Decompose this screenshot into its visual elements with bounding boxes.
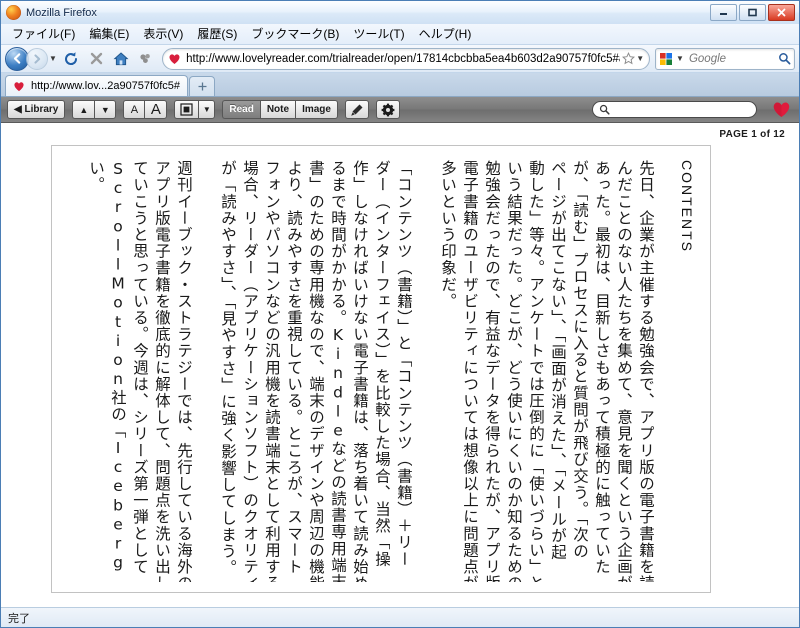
url-dropdown-caret-icon[interactable]: ▼ <box>636 54 645 63</box>
decrease-font-button[interactable]: A <box>123 100 145 119</box>
menu-bar: ファイル(F) 編集(E) 表示(V) 履歴(S) ブックマーク(B) ツール(… <box>1 24 799 45</box>
page-indicator: PAGE 1 of 12 <box>719 128 785 140</box>
text-column-24: ScrollMotion社の「Iceberg Reader」を取り上げてみた <box>109 160 126 582</box>
search-magnifier-icon[interactable] <box>778 52 791 65</box>
status-bar: 完了 <box>1 607 799 627</box>
search-bar[interactable]: ▼ Google <box>654 47 795 70</box>
text-column-22: アプリ版電子書籍を徹底的に解体して、問題点を洗い出し <box>153 160 170 582</box>
text-column-16: より、読みやすさを重視している。ところが、スマート <box>285 160 302 575</box>
text-column-4: ページが出てこない」、「画面が消えた」、「メールが起 <box>549 160 566 561</box>
text-column-15: 書」のための専用機なので、端末のデザインや周辺の機能 <box>307 160 324 582</box>
text-column-3: が、「読む」プロセスに入ると質問が飛び交う。「次の <box>571 160 588 560</box>
firefox-logo-icon <box>6 5 21 20</box>
back-forward-group: ▼ <box>5 46 58 71</box>
text-column-0: 先日、企業が主催する勉強会で、アプリ版の電子書籍を読 <box>637 160 654 582</box>
text-column-25: い。 <box>87 160 104 194</box>
text-column-9: 多いという印象だ。 <box>439 160 456 310</box>
text-column-11: 「コンテンツ（書籍）」と「コンテンツ（書籍）＋リー <box>395 160 412 568</box>
menu-history[interactable]: 履歴(S) <box>190 23 244 45</box>
home-button[interactable] <box>110 47 133 71</box>
search-engine-caret-icon[interactable]: ▼ <box>675 54 685 63</box>
font-size-group: A A <box>123 100 168 119</box>
close-button[interactable] <box>768 4 795 21</box>
tab-favicon-icon <box>13 81 27 92</box>
window-controls <box>710 4 797 21</box>
tab-image[interactable]: Image <box>295 100 338 119</box>
text-column-7: 勉強会だったので、有益なデータを得られたが、アプリ版 <box>483 160 500 582</box>
reader-app: ◀ Library ▲ ▼ A A ▼ Read Note Image PAGE… <box>1 97 799 607</box>
menu-bookmarks[interactable]: ブックマーク(B) <box>244 23 346 45</box>
menu-file[interactable]: ファイル(F) <box>5 23 82 45</box>
maximize-button[interactable] <box>739 4 766 21</box>
settings-group <box>375 100 400 119</box>
page-card: CONTENTS 先日、企業が主催する勉強会で、アプリ版の電子書籍を読 んだこと… <box>51 145 711 593</box>
text-column-2: あった。最初は、目新しさもあって積極的に触っていた <box>593 160 610 575</box>
layout-button[interactable] <box>174 100 199 119</box>
text-column-8: 電子書籍のユーザビリティについては想像以上に問題点が <box>461 160 478 582</box>
reader-search-magnifier-icon <box>599 104 610 115</box>
layout-group: ▼ <box>174 100 216 119</box>
layout-caret-icon[interactable]: ▼ <box>198 100 216 119</box>
status-text: 完了 <box>8 612 30 625</box>
text-column-13: 作」しなければいけない電子書籍は、落ち着いて読み始め <box>351 160 368 582</box>
bookmark-button[interactable] <box>344 100 369 119</box>
tab-title: http://www.lov...2a90757f0fc5# <box>31 80 180 92</box>
navigation-toolbar: ▼ http://www.lovelyreader.com/trialreade… <box>1 45 799 73</box>
title-bar: Mozilla Firefox <box>1 1 799 24</box>
text-column-14: るまで時間がかかる。Kindleなどの読書専用端末は、「読 <box>329 160 346 582</box>
back-history-caret-icon[interactable]: ▼ <box>48 54 58 63</box>
new-tab-button[interactable] <box>189 76 215 96</box>
text-column-6: いう結果だった。どこが、どう使いにくいのか知るための <box>505 160 522 582</box>
text-column-10 <box>412 160 434 582</box>
minimize-button[interactable] <box>710 4 737 21</box>
window-title: Mozilla Firefox <box>26 6 97 19</box>
text-column-23: ていこうと思っている。今週は、シリーズ第一弾として <box>131 160 148 575</box>
increase-font-button[interactable]: A <box>144 100 168 119</box>
browser-window: Mozilla Firefox ファイル(F) 編集(E) 表示(V) 履歴(S… <box>0 0 800 628</box>
reload-button[interactable] <box>60 47 83 71</box>
menu-tools[interactable]: ツール(T) <box>346 23 411 45</box>
feed-button[interactable] <box>134 47 157 71</box>
page-heading: CONTENTS <box>679 160 694 253</box>
reader-search-field[interactable] <box>592 101 757 118</box>
library-group: ◀ Library <box>7 100 66 119</box>
search-input[interactable]: Google <box>689 53 778 65</box>
menu-edit[interactable]: 編集(E) <box>82 23 136 45</box>
text-column-5: 動した」等々。アンケートでは圧倒的に「使いづらい」と <box>527 160 544 582</box>
text-column-19: が「読みやすさ」、「見やすさ」に強く影響してしまう。 <box>219 160 236 577</box>
text-column-1: んだことのない人たちを集めて、意見を聞くという企画が <box>615 160 632 582</box>
tab-read[interactable]: Read <box>222 100 260 119</box>
reader-toolbar: ◀ Library ▲ ▼ A A ▼ Read Note Image <box>1 97 799 123</box>
bookmark-group <box>344 100 369 119</box>
site-favicon-icon <box>166 53 182 65</box>
next-page-button[interactable]: ▼ <box>94 100 117 119</box>
google-icon[interactable] <box>659 52 675 66</box>
tab-bar: http://www.lov...2a90757f0fc5# <box>1 73 799 97</box>
mode-group: Read Note Image <box>222 100 338 119</box>
url-bar[interactable]: http://www.lovelyreader.com/trialreader/… <box>162 47 650 70</box>
page-indicator-row: PAGE 1 of 12 <box>1 123 799 145</box>
text-column-21: 週刊イーブック・ストラテジーでは、先行している海外の <box>175 160 192 582</box>
settings-button[interactable] <box>375 100 400 119</box>
lovelyreader-heart-logo-icon <box>772 101 791 118</box>
text-column-20 <box>192 160 214 582</box>
menu-help[interactable]: ヘルプ(H) <box>412 23 479 45</box>
text-column-12: ダー（インターフェイス）」を比較した場合、当然「操 <box>373 160 390 568</box>
tab-0[interactable]: http://www.lov...2a90757f0fc5# <box>5 75 188 96</box>
heading-spacer <box>654 160 668 582</box>
tab-note[interactable]: Note <box>259 100 296 119</box>
forward-button[interactable] <box>26 47 48 70</box>
page-stage: CONTENTS 先日、企業が主催する勉強会で、アプリ版の電子書籍を読 んだこと… <box>1 145 799 607</box>
vertical-text-columns: CONTENTS 先日、企業が主催する勉強会で、アプリ版の電子書籍を読 んだこと… <box>62 160 694 582</box>
url-text[interactable]: http://www.lovelyreader.com/trialreader/… <box>186 53 619 65</box>
previous-page-button[interactable]: ▲ <box>72 100 95 119</box>
text-column-18: 場合、リーダー（アプリケーションソフト）のクオリティ <box>241 160 258 582</box>
page-nav-group: ▲ ▼ <box>72 100 117 119</box>
text-column-17: フォンやパソコンなどの汎用機を読書端末として利用する <box>263 160 280 582</box>
library-button[interactable]: ◀ Library <box>7 100 66 119</box>
bookmark-star-icon[interactable] <box>621 52 636 65</box>
stop-button[interactable] <box>85 47 108 71</box>
menu-view[interactable]: 表示(V) <box>136 23 190 45</box>
